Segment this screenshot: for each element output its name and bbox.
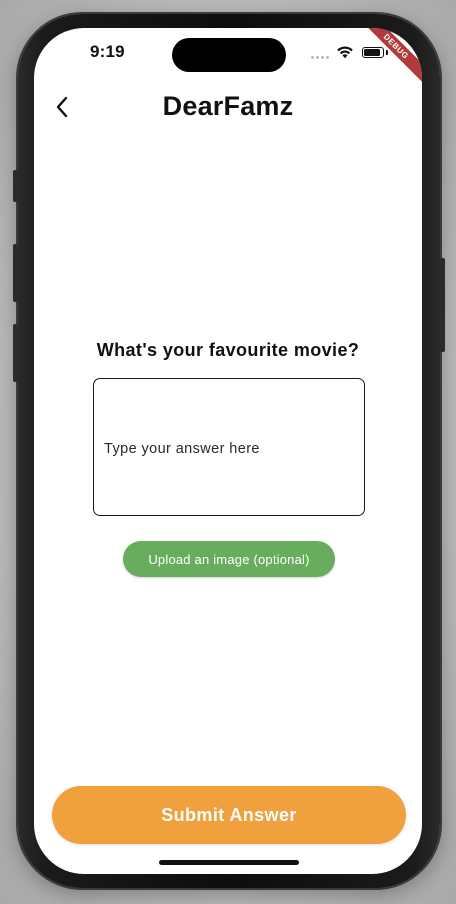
phone-power-button — [440, 258, 445, 352]
app-screen: 9:19 DEBUG DearFamz What's your favourit… — [34, 28, 422, 874]
upload-image-button[interactable]: Upload an image (optional) — [123, 541, 335, 577]
phone-volume-down-button — [13, 324, 18, 382]
phone-action-button — [13, 170, 18, 202]
question-text: What's your favourite movie? — [96, 340, 360, 360]
answer-input[interactable] — [104, 439, 354, 459]
status-bar-time: 9:19 — [90, 42, 125, 61]
home-indicator[interactable] — [159, 860, 299, 865]
app-title: DearFamz — [162, 91, 294, 121]
submit-answer-button[interactable]: Submit Answer — [52, 786, 406, 844]
debug-ribbon-label: DEBUG — [362, 28, 422, 86]
answer-text-area[interactable] — [93, 378, 365, 516]
phone-volume-up-button — [13, 244, 18, 302]
debug-banner: DEBUG — [362, 28, 422, 88]
cellular-signal-icon — [311, 56, 329, 59]
dynamic-island — [172, 38, 286, 72]
wifi-icon — [336, 45, 354, 64]
